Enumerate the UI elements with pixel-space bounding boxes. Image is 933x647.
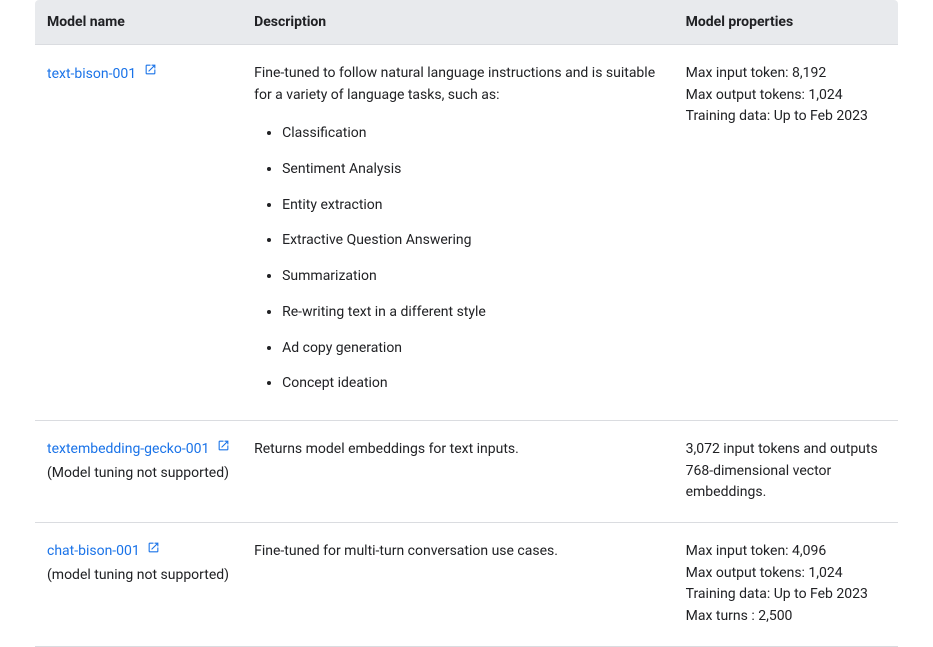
cell-description: Fine-tuned for multi-turn conversation u… xyxy=(242,522,674,646)
table-row: chat-bison-001 (model tuning not support… xyxy=(35,522,898,646)
property-line: Max input token: 4,096 xyxy=(686,541,886,563)
header-properties: Model properties xyxy=(674,0,898,45)
cell-properties: 3,072 input tokens and outputs 768-dimen… xyxy=(674,420,898,522)
property-line: Max output tokens: 1,024 xyxy=(686,85,886,107)
cell-model-name: chat-bison-001 (model tuning not support… xyxy=(35,522,242,646)
property-line: Max output tokens: 1,024 xyxy=(686,563,886,585)
table-header-row: Model name Description Model properties xyxy=(35,0,898,45)
header-model-name: Model name xyxy=(35,0,242,45)
description-intro: Fine-tuned to follow natural language in… xyxy=(254,65,655,103)
model-subtext: (model tuning not supported) xyxy=(47,565,230,587)
model-name-text: text-bison-001 xyxy=(47,66,136,82)
list-item: Concept ideation xyxy=(282,366,662,402)
property-line: Training data: Up to Feb 2023 xyxy=(686,584,886,606)
property-line: 3,072 input tokens and outputs 768-dimen… xyxy=(686,439,886,504)
cell-description: Returns model embeddings for text inputs… xyxy=(242,420,674,522)
list-item: Classification xyxy=(282,116,662,152)
external-link-icon xyxy=(217,438,230,460)
model-subtext: (Model tuning not supported) xyxy=(47,463,230,485)
cell-properties: Max input token: 8,192 Max output tokens… xyxy=(674,45,898,421)
model-name-text: chat-bison-001 xyxy=(47,543,140,559)
cell-properties: Max input token: 4,096 Max output tokens… xyxy=(674,522,898,646)
models-table: Model name Description Model properties … xyxy=(35,0,898,647)
list-item: Summarization xyxy=(282,259,662,295)
model-link[interactable]: chat-bison-001 xyxy=(47,543,160,559)
table-row: textembedding-gecko-001 (Model tuning no… xyxy=(35,420,898,522)
list-item: Extractive Question Answering xyxy=(282,223,662,259)
model-link[interactable]: text-bison-001 xyxy=(47,66,157,82)
property-line: Max input token: 8,192 xyxy=(686,63,886,85)
external-link-icon xyxy=(144,62,157,84)
list-item: Sentiment Analysis xyxy=(282,152,662,188)
description-intro: Returns model embeddings for text inputs… xyxy=(254,441,519,457)
model-link[interactable]: textembedding-gecko-001 xyxy=(47,441,230,457)
table-row: text-bison-001 Fine-tuned to follow natu… xyxy=(35,45,898,421)
cell-model-name: textembedding-gecko-001 (Model tuning no… xyxy=(35,420,242,522)
list-item: Entity extraction xyxy=(282,188,662,224)
cell-description: Fine-tuned to follow natural language in… xyxy=(242,45,674,421)
list-item: Ad copy generation xyxy=(282,331,662,367)
property-line: Training data: Up to Feb 2023 xyxy=(686,106,886,128)
list-item: Re-writing text in a different style xyxy=(282,295,662,331)
property-line: Max turns : 2,500 xyxy=(686,606,886,628)
model-name-text: textembedding-gecko-001 xyxy=(47,441,209,457)
cell-model-name: text-bison-001 xyxy=(35,45,242,421)
header-description: Description xyxy=(242,0,674,45)
description-list: Classification Sentiment Analysis Entity… xyxy=(254,116,662,402)
